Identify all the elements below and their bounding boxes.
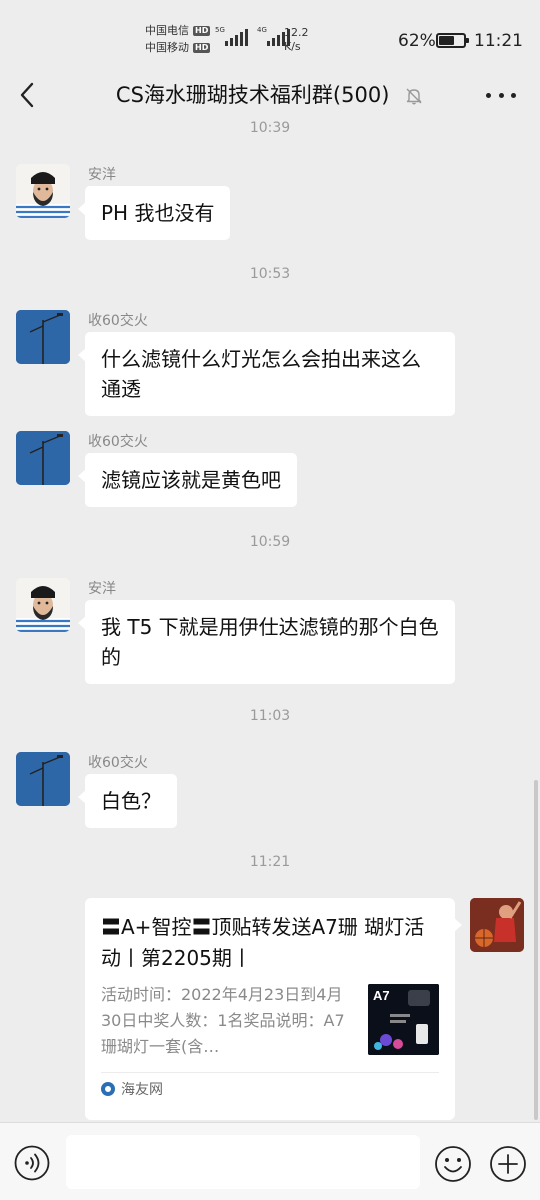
timestamp: 11:21 xyxy=(249,854,291,870)
source-name: 海友网 xyxy=(121,1082,163,1098)
voice-input-button[interactable] xyxy=(14,1145,50,1181)
streetlamp-avatar-icon xyxy=(16,752,70,806)
message-item: 安洋 我 T5 下就是用伊仕达滤镜的那个白色的 xyxy=(16,578,516,688)
carrier-info: 中国电信 HD 中国移动 HD xyxy=(145,22,211,56)
battery-percent: 62% xyxy=(398,31,436,51)
avatar[interactable] xyxy=(16,431,70,485)
group-name: CS海水珊瑚技术福利群(500) xyxy=(115,83,390,107)
sender-name: 收60交火 xyxy=(88,755,148,771)
message-item: 收60交火 滤镜应该就是黄色吧 xyxy=(16,431,516,511)
dot-icon xyxy=(486,92,491,98)
link-card-title: 〓A+智控〓顶贴转发送A7珊 瑚灯活动丨第2205期丨 xyxy=(101,915,425,970)
streetlamp-avatar-icon xyxy=(16,310,70,364)
message-bubble[interactable]: 滤镜应该就是黄色吧 xyxy=(78,453,297,507)
status-bar: 中国电信 HD 中国移动 HD 5G 4G 12.2 K/s 62% 11:21 xyxy=(0,0,540,78)
chat-header: CS海水珊瑚技术福利群(500) xyxy=(0,78,540,114)
self-avatar[interactable] xyxy=(470,898,524,952)
message-bubble[interactable]: 白色？ xyxy=(78,774,177,828)
emoji-button[interactable] xyxy=(434,1145,472,1183)
more-functions-button[interactable] xyxy=(489,1145,527,1183)
basketball-player-avatar-icon xyxy=(470,898,524,952)
shared-link-card[interactable]: 〓A+智控〓顶贴转发送A7珊 瑚灯活动丨第2205期丨 活动时间：2022年4月… xyxy=(85,898,462,1120)
timestamp: 10:39 xyxy=(249,120,291,136)
timestamp: 10:53 xyxy=(249,266,291,282)
source-logo-icon xyxy=(101,1082,115,1096)
link-card-description: 活动时间：2022年4月23日到4月30日中奖人数：1名奖品说明：A7珊瑚灯一套… xyxy=(101,985,345,1056)
signal-strength: 5G 4G xyxy=(215,26,290,46)
plus-icon xyxy=(490,1146,526,1182)
back-button[interactable] xyxy=(14,80,42,110)
message-bubble[interactable]: PH 我也没有 xyxy=(77,186,231,240)
thumbnail-label: A7 xyxy=(373,988,390,1003)
mute-bell-icon xyxy=(406,88,422,105)
input-bar xyxy=(0,1122,540,1200)
streetlamp-avatar-icon xyxy=(16,431,70,485)
sender-name: 收60交火 xyxy=(88,313,148,329)
avatar[interactable] xyxy=(16,164,70,218)
clock: 11:21 xyxy=(474,31,523,51)
carrier-2-label: 中国移动 xyxy=(145,41,189,54)
scrollbar[interactable] xyxy=(534,780,538,1120)
voice-icon xyxy=(14,1145,50,1181)
hd-badge: HD xyxy=(193,25,211,36)
timestamp: 10:59 xyxy=(249,534,291,550)
message-item: 收60交火 什么滤镜什么灯光怎么会拍出来这么通透 xyxy=(16,310,516,420)
link-card-thumbnail: A7 xyxy=(368,984,439,1055)
more-options-button[interactable] xyxy=(486,84,516,106)
chat-area[interactable]: 10:39 安洋 PH 我也没有 10:53 收60交火 什么滤镜什么灯光怎么会… xyxy=(0,114,540,1122)
message-item: 安洋 PH 我也没有 xyxy=(16,164,516,244)
bearded-man-avatar-icon xyxy=(16,164,70,218)
smiley-icon xyxy=(435,1146,471,1182)
message-input[interactable] xyxy=(66,1135,420,1189)
timestamp: 11:03 xyxy=(249,708,291,724)
link-card-source: 海友网 xyxy=(101,1072,439,1099)
battery-icon xyxy=(436,33,469,48)
message-bubble[interactable]: 什么滤镜什么灯光怎么会拍出来这么通透 xyxy=(78,332,455,416)
sender-name: 安洋 xyxy=(88,581,116,597)
sender-name: 安洋 xyxy=(88,167,116,183)
message-item: 收60交火 白色？ xyxy=(16,752,516,832)
avatar[interactable] xyxy=(16,578,70,632)
hd-badge: HD xyxy=(193,42,211,53)
sender-name: 收60交火 xyxy=(88,434,148,450)
dot-icon xyxy=(498,92,504,98)
bearded-man-avatar-icon xyxy=(16,578,70,632)
dot-icon xyxy=(511,92,516,98)
avatar[interactable] xyxy=(16,310,70,364)
signal-5g-icon: 5G xyxy=(215,26,248,46)
chat-title: CS海水珊瑚技术福利群(500) xyxy=(60,78,480,112)
avatar[interactable] xyxy=(16,752,70,806)
carrier-1-label: 中国电信 xyxy=(145,24,189,37)
network-speed: 12.2 K/s xyxy=(284,26,309,53)
chevron-left-icon xyxy=(20,82,34,108)
message-bubble[interactable]: 我 T5 下就是用伊仕达滤镜的那个白色的 xyxy=(78,600,455,684)
